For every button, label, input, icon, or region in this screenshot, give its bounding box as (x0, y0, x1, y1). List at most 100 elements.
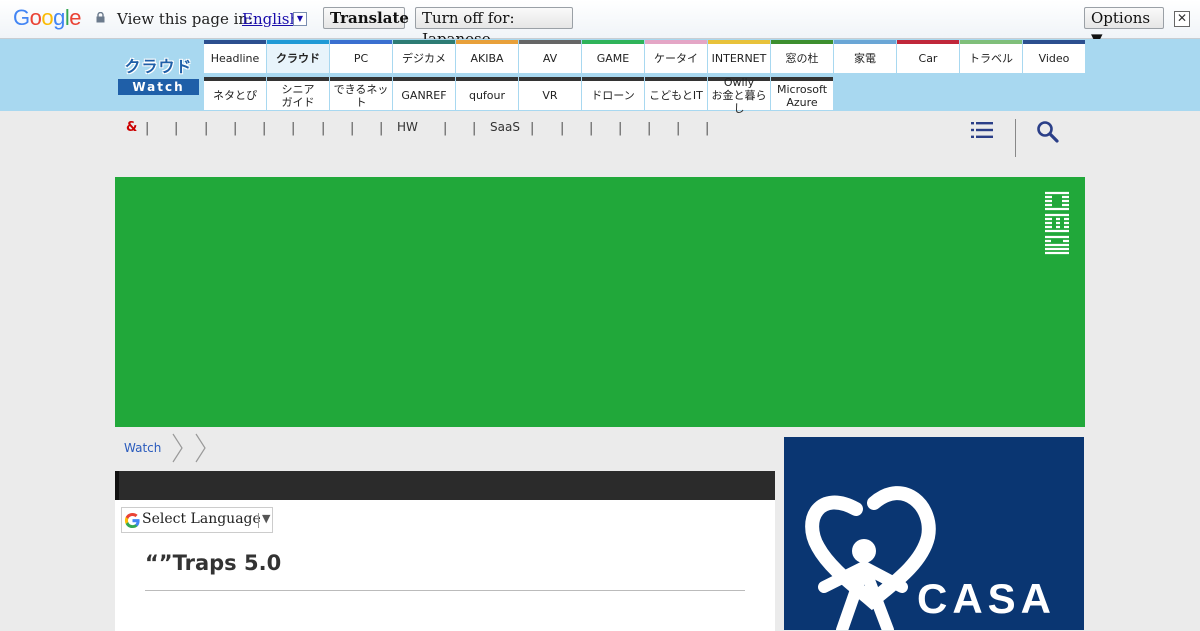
sub-nav: & | | | | | | | | | HW | | SaaS | | | | … (115, 111, 1085, 157)
logo-top-text: クラウド (124, 57, 193, 76)
menu-icon[interactable] (971, 121, 993, 139)
nav-item-label: AKIBA (470, 52, 504, 65)
nav-item-label: AV (542, 52, 558, 65)
search-icon[interactable] (1036, 120, 1060, 144)
view-page-label: View this page in: (117, 10, 254, 28)
nav-item-label: Video (1038, 52, 1070, 65)
article-title: “”Traps 5.0 (145, 551, 282, 575)
nav-item[interactable]: VR (519, 77, 581, 110)
article-header-bar (115, 471, 775, 500)
subnav-separator: | (262, 121, 267, 136)
subnav-separator: | (291, 121, 296, 136)
nav-item-label: できるネット (333, 82, 389, 109)
nav-item[interactable]: AKIBA (456, 40, 518, 73)
subnav-separator: | (530, 121, 535, 136)
breadcrumb-watch-link[interactable]: Watch (124, 441, 161, 455)
chevron-down-icon: ▼ (262, 512, 271, 525)
subnav-separator: | (174, 121, 179, 136)
nav-item-label: Headline (210, 52, 260, 65)
ad-banner[interactable] (115, 177, 1085, 427)
subnav-separator: | (589, 121, 594, 136)
nav-item[interactable]: ケータイ (645, 40, 707, 73)
subnav-separator: | (233, 121, 238, 136)
nav-item[interactable]: GANREF (393, 77, 455, 110)
nav-item-label: GANREF (401, 89, 447, 102)
chevron-down-icon[interactable]: ▼ (293, 12, 307, 26)
google-g-icon (124, 512, 140, 529)
nav-item-label: 家電 (854, 52, 876, 65)
google-logo: Google (13, 5, 82, 31)
nav-item[interactable]: Video (1023, 40, 1085, 73)
nav-item[interactable]: Microsoft Azure (771, 77, 833, 110)
side-ad[interactable]: ® CASA (784, 437, 1084, 630)
subnav-separator: | (379, 121, 384, 136)
nav-item[interactable]: PC (330, 40, 392, 73)
nav-item[interactable]: Headline (204, 40, 266, 73)
nav-item-label: こどもとIT (649, 89, 703, 102)
registered-mark: ® (891, 577, 902, 590)
subnav-separator: | (204, 121, 209, 136)
nav-item[interactable]: qufour (456, 77, 518, 110)
nav-item-label: Owlly お金と暮らし (711, 76, 767, 115)
nav-item-label: デジカメ (402, 52, 446, 65)
subnav-separator: | (443, 121, 448, 136)
title-divider (145, 590, 745, 591)
subnav-saas-link[interactable]: SaaS (490, 120, 520, 134)
subnav-amp-link[interactable]: & (126, 120, 137, 135)
select-language-dropdown[interactable]: Select Language ▼ (121, 507, 273, 533)
nav-item-label: qufour (468, 89, 506, 102)
divider (258, 513, 259, 528)
translate-bar: Google View this page in: English ▼ Tran… (0, 0, 1200, 48)
google-logo-letter: e (69, 5, 82, 30)
nav-item[interactable]: デジカメ (393, 40, 455, 73)
subnav-hw-link[interactable]: HW (397, 120, 418, 134)
nav-item[interactable]: ドローン (582, 77, 644, 110)
subnav-separator: | (560, 121, 565, 136)
nav-item[interactable]: Owlly お金と暮らし (708, 76, 770, 115)
language-select[interactable]: English (242, 10, 299, 28)
subnav-separator: | (350, 121, 355, 136)
nav-item[interactable]: INTERNET (708, 40, 770, 73)
ibm-logo (1045, 191, 1069, 255)
nav-item-label: GAME (596, 52, 630, 65)
nav-item[interactable]: 家電 (834, 40, 896, 73)
close-icon[interactable]: ✕ (1174, 11, 1190, 27)
nav-item-label: 窓の杜 (785, 52, 819, 65)
google-logo-letter: G (13, 5, 30, 30)
chevron-right-icon (172, 433, 183, 463)
site-logo[interactable]: クラウド Watch (118, 55, 199, 95)
nav-item[interactable]: できるネット (330, 77, 392, 110)
subnav-separator: | (472, 121, 477, 136)
nav-item[interactable]: Car (897, 40, 959, 73)
nav-item[interactable]: トラベル (960, 40, 1022, 73)
nav-item[interactable]: GAME (582, 40, 644, 73)
nav-item-label: Car (918, 52, 938, 65)
turn-off-button[interactable]: Turn off for: Japanese (415, 7, 573, 48)
nav-item-label: Microsoft Azure (776, 82, 828, 109)
lock-icon (96, 12, 105, 23)
google-logo-letter: o (41, 5, 54, 30)
nav-item[interactable]: ネタとぴ (204, 77, 266, 110)
nav-item-label: ネタとぴ (213, 89, 257, 102)
nav-item[interactable]: シニア ガイド (267, 77, 329, 110)
nav-item-label: ドローン (591, 89, 635, 102)
google-logo-letter: g (53, 5, 65, 30)
nav-item-label: ケータイ (654, 52, 698, 65)
subnav-separator: | (618, 121, 623, 136)
subnav-separator: | (145, 121, 150, 136)
nav-item-label: トラベル (969, 52, 1013, 65)
subnav-separator: | (321, 121, 326, 136)
nav-item[interactable]: こどもとIT (645, 77, 707, 110)
nav-item-label: クラウド (276, 52, 320, 65)
nav-item[interactable]: 窓の杜 (771, 40, 833, 73)
translate-button[interactable]: Translate (323, 7, 409, 29)
subnav-separator: | (705, 121, 710, 136)
nav-item[interactable]: AV (519, 40, 581, 73)
nav-item[interactable]: クラウド (267, 40, 329, 73)
nav-item-label: INTERNET (711, 52, 767, 65)
subnav-separator: | (647, 121, 652, 136)
options-button[interactable]: Options ▼ (1084, 7, 1164, 48)
casa-brand-text: CASA (917, 575, 1057, 622)
subnav-separator: | (676, 121, 681, 136)
nav-item-label: PC (353, 52, 369, 65)
